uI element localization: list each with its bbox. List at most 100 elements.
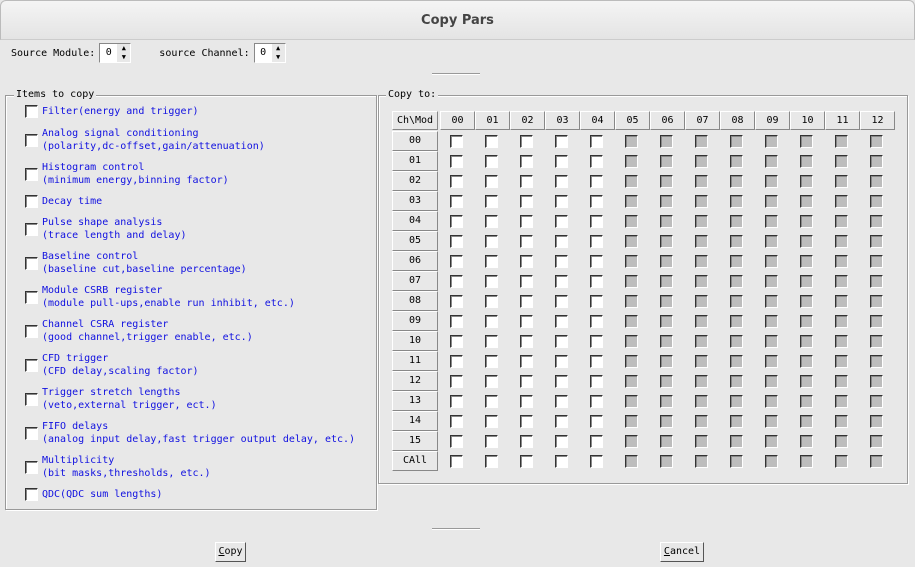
copy-checkbox-ch06-mod04[interactable] [590, 255, 603, 268]
copy-checkbox-ch03-mod04[interactable] [590, 195, 603, 208]
copy-checkbox-ch03-mod01[interactable] [485, 195, 498, 208]
item-9[interactable]: Trigger stretch lengths (veto,external tr… [25, 386, 217, 412]
item-7[interactable]: Channel CSRA register (good channel,trigg… [25, 318, 253, 344]
copy-checkbox-ch10-mod02[interactable] [520, 335, 533, 348]
copy-checkbox-ch07-mod00[interactable] [450, 275, 463, 288]
copy-checkbox-ch14-mod04[interactable] [590, 415, 603, 428]
copy-checkbox-ch05-mod01[interactable] [485, 235, 498, 248]
copy-checkbox-ch07-mod02[interactable] [520, 275, 533, 288]
channel-header[interactable]: 14 [392, 411, 438, 431]
module-header[interactable]: 11 [825, 111, 860, 130]
module-header[interactable]: 03 [545, 111, 580, 130]
item-11[interactable]: Multiplicity (bit masks,thresholds, etc.) [25, 454, 211, 480]
channel-header[interactable]: 13 [392, 391, 438, 411]
channel-header[interactable]: 10 [392, 331, 438, 351]
copy-checkbox-ch00-mod04[interactable] [590, 135, 603, 148]
copy-checkbox-ch03-mod03[interactable] [555, 195, 568, 208]
copy-checkbox-ch02-mod03[interactable] [555, 175, 568, 188]
cancel-button[interactable]: Cancel [660, 542, 704, 562]
copy-checkbox-ch15-mod02[interactable] [520, 435, 533, 448]
copy-checkbox-chCAll-mod00[interactable] [450, 455, 463, 468]
copy-checkbox-ch13-mod01[interactable] [485, 395, 498, 408]
copy-checkbox-ch10-mod00[interactable] [450, 335, 463, 348]
copy-checkbox-ch03-mod02[interactable] [520, 195, 533, 208]
channel-header[interactable]: 06 [392, 251, 438, 271]
module-header[interactable]: 08 [720, 111, 755, 130]
channel-header[interactable]: 05 [392, 231, 438, 251]
copy-checkbox-ch07-mod04[interactable] [590, 275, 603, 288]
copy-checkbox-ch11-mod00[interactable] [450, 355, 463, 368]
copy-checkbox-ch11-mod03[interactable] [555, 355, 568, 368]
item-1[interactable]: Analog signal conditioning (polarity,dc-o… [25, 127, 265, 153]
item-12[interactable]: QDC(QDC sum lengths) [25, 488, 162, 501]
copy-checkbox-ch08-mod02[interactable] [520, 295, 533, 308]
copy-checkbox-ch12-mod01[interactable] [485, 375, 498, 388]
module-header[interactable]: 01 [475, 111, 510, 130]
copy-checkbox-ch01-mod02[interactable] [520, 155, 533, 168]
copy-checkbox-ch04-mod04[interactable] [590, 215, 603, 228]
copy-checkbox-ch02-mod00[interactable] [450, 175, 463, 188]
copy-checkbox-chCAll-mod04[interactable] [590, 455, 603, 468]
copy-checkbox-ch04-mod02[interactable] [520, 215, 533, 228]
checkbox[interactable] [25, 460, 38, 474]
copy-checkbox-ch00-mod01[interactable] [485, 135, 498, 148]
copy-checkbox-chCAll-mod01[interactable] [485, 455, 498, 468]
module-header[interactable]: 00 [440, 111, 475, 130]
source-module-value[interactable]: 0 [100, 44, 117, 62]
copy-checkbox-ch15-mod03[interactable] [555, 435, 568, 448]
checkbox[interactable] [25, 133, 38, 147]
copy-checkbox-ch11-mod04[interactable] [590, 355, 603, 368]
checkbox[interactable] [25, 195, 38, 208]
checkbox[interactable] [25, 105, 38, 118]
copy-checkbox-ch14-mod00[interactable] [450, 415, 463, 428]
channel-header[interactable]: 08 [392, 291, 438, 311]
item-10[interactable]: FIFO delays (analog input delay,fast trig… [25, 420, 355, 446]
copy-checkbox-ch12-mod00[interactable] [450, 375, 463, 388]
spin-down-icon[interactable]: ▼ [117, 53, 130, 62]
copy-checkbox-ch13-mod00[interactable] [450, 395, 463, 408]
copy-checkbox-ch01-mod01[interactable] [485, 155, 498, 168]
copy-checkbox-ch01-mod00[interactable] [450, 155, 463, 168]
checkbox[interactable] [25, 392, 38, 406]
copy-checkbox-ch09-mod04[interactable] [590, 315, 603, 328]
copy-checkbox-ch09-mod01[interactable] [485, 315, 498, 328]
copy-checkbox-ch12-mod04[interactable] [590, 375, 603, 388]
spin-up-icon[interactable]: ▲ [117, 44, 130, 53]
copy-checkbox-ch09-mod00[interactable] [450, 315, 463, 328]
copy-checkbox-ch06-mod00[interactable] [450, 255, 463, 268]
copy-checkbox-ch13-mod04[interactable] [590, 395, 603, 408]
channel-header[interactable]: CAll [392, 451, 438, 471]
module-header[interactable]: 05 [615, 111, 650, 130]
copy-checkbox-ch05-mod03[interactable] [555, 235, 568, 248]
copy-checkbox-ch02-mod04[interactable] [590, 175, 603, 188]
copy-checkbox-ch10-mod04[interactable] [590, 335, 603, 348]
copy-checkbox-ch04-mod00[interactable] [450, 215, 463, 228]
copy-checkbox-ch10-mod03[interactable] [555, 335, 568, 348]
copy-checkbox-ch11-mod02[interactable] [520, 355, 533, 368]
item-6[interactable]: Module CSRB register (module pull-ups,ena… [25, 284, 295, 310]
source-channel-value[interactable]: 0 [255, 44, 272, 62]
copy-checkbox-ch12-mod02[interactable] [520, 375, 533, 388]
copy-checkbox-ch15-mod04[interactable] [590, 435, 603, 448]
copy-checkbox-ch06-mod03[interactable] [555, 255, 568, 268]
copy-checkbox-ch15-mod00[interactable] [450, 435, 463, 448]
copy-checkbox-ch09-mod03[interactable] [555, 315, 568, 328]
copy-checkbox-ch08-mod03[interactable] [555, 295, 568, 308]
item-3[interactable]: Decay time [25, 195, 102, 208]
copy-checkbox-ch08-mod00[interactable] [450, 295, 463, 308]
copy-checkbox-ch06-mod02[interactable] [520, 255, 533, 268]
source-module-spinbox[interactable]: 0 ▲ ▼ [99, 43, 132, 63]
copy-checkbox-ch07-mod03[interactable] [555, 275, 568, 288]
copy-checkbox-ch14-mod01[interactable] [485, 415, 498, 428]
copy-button[interactable]: Copy [215, 542, 246, 562]
copy-checkbox-ch14-mod03[interactable] [555, 415, 568, 428]
copy-checkbox-ch01-mod04[interactable] [590, 155, 603, 168]
module-header[interactable]: 09 [755, 111, 790, 130]
checkbox[interactable] [25, 167, 38, 181]
copy-checkbox-ch00-mod02[interactable] [520, 135, 533, 148]
channel-header[interactable]: 15 [392, 431, 438, 451]
checkbox[interactable] [25, 358, 38, 372]
spin-down-icon[interactable]: ▼ [272, 53, 285, 62]
copy-checkbox-ch11-mod01[interactable] [485, 355, 498, 368]
checkbox[interactable] [25, 290, 38, 304]
